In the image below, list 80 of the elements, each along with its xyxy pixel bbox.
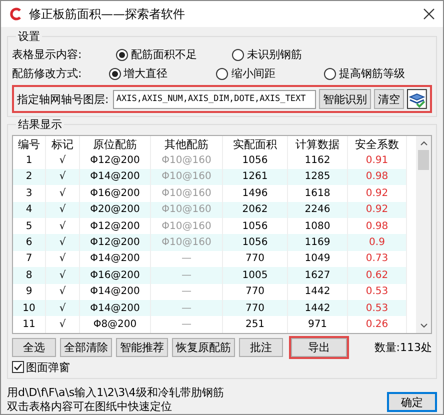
checkbox[interactable]: [12, 361, 24, 374]
table-cell: Φ10@160: [151, 168, 223, 186]
table-cell: 971: [288, 316, 348, 333]
column-header: 其他配筋: [151, 136, 223, 152]
column-header: 计算数据: [288, 136, 348, 152]
scrollbar[interactable]: [416, 136, 431, 333]
column-header: 安全系数: [348, 136, 407, 152]
action-button[interactable]: 恢复原配筋: [172, 338, 235, 357]
radio-option[interactable]: 配筋面积不足: [116, 47, 232, 62]
table-cell: 2: [13, 168, 46, 186]
column-header: 标记: [46, 136, 80, 152]
table-cell: 0.53: [348, 300, 407, 316]
popup-checkbox[interactable]: 图面弹窗: [12, 360, 70, 375]
table-cell: 0.62: [348, 267, 407, 284]
radio-option[interactable]: 增大直径: [108, 66, 216, 81]
table-cell: Φ20@200: [80, 202, 151, 218]
field-label: 配筋修改方式:: [12, 66, 83, 81]
table-cell: Φ16@200: [80, 267, 151, 284]
table-cell: 770: [223, 300, 288, 316]
field-label: 指定轴网轴号图层:: [17, 92, 110, 106]
check-mark: √: [46, 168, 80, 186]
column-header: 编号: [13, 136, 46, 152]
ok-button[interactable]: 确定: [387, 392, 437, 412]
check-mark: √: [46, 267, 80, 284]
table-cell: 251: [223, 316, 288, 333]
table-cell: —: [151, 300, 223, 316]
close-icon[interactable]: [423, 8, 435, 20]
action-button[interactable]: 清空: [374, 89, 404, 109]
table-cell: Φ12@200: [80, 234, 151, 251]
action-button[interactable]: 批注: [239, 338, 283, 357]
action-button[interactable]: 全部清除: [60, 338, 112, 357]
group-title: 设置: [16, 29, 42, 44]
app-logo-icon: [9, 7, 23, 21]
column-header: 实配面积: [223, 136, 288, 152]
radio-option[interactable]: 未识别钢筋: [232, 47, 348, 62]
table-cell: 0.9: [348, 234, 407, 251]
table-cell: 2062: [223, 202, 288, 218]
table-cell: —: [151, 316, 223, 333]
table-cell: 0.98: [348, 168, 407, 186]
check-mark: √: [46, 234, 80, 251]
radio-option[interactable]: 提高钢筋等级: [324, 66, 432, 81]
layers-icon[interactable]: [407, 89, 427, 109]
table-cell: 10: [13, 300, 46, 316]
table-cell: 11: [13, 316, 46, 333]
field-label: 表格显示内容:: [12, 47, 83, 62]
radio-option[interactable]: 缩小间距: [216, 66, 324, 81]
table-cell: 0.26: [348, 316, 407, 333]
action-button[interactable]: 智能识别: [319, 89, 372, 109]
table-cell: Φ10@160: [151, 202, 223, 218]
check-mark: √: [46, 202, 80, 218]
table-cell: Φ10@160: [151, 234, 223, 251]
count-label: 数量:113处: [374, 340, 432, 355]
column-header: 原位配筋: [80, 136, 151, 152]
table-cell: 6: [13, 234, 46, 251]
table-cell: 2246: [288, 202, 348, 218]
table-cell: 8: [13, 267, 46, 284]
table-cell: Φ14@200: [80, 300, 151, 316]
action-button[interactable]: 导出: [291, 338, 347, 357]
action-button[interactable]: 智能推荐: [116, 338, 168, 357]
hint-text: 双击表格内容可在图纸中快速定位: [7, 400, 173, 414]
layer-input[interactable]: AXIS,AXIS_NUM,AXIS_DIM,DOTE,AXIS_TEXT: [113, 90, 316, 108]
check-mark: √: [46, 316, 80, 333]
table-cell: 1056: [223, 234, 288, 251]
table-cell: 4: [13, 202, 46, 218]
table-cell: 1627: [288, 267, 348, 284]
table-cell: Φ8@200: [80, 316, 151, 333]
table-cell: 1285: [288, 168, 348, 186]
window-title: 修正板筋面积——探索者软件: [29, 6, 186, 22]
table-cell: 0.92: [348, 202, 407, 218]
hint-text: 用d\D\f\F\a\s输入1\2\3\4级和冷轧带肋钢筋: [7, 386, 224, 400]
table-cell: Φ14@200: [80, 168, 151, 186]
table-cell: 1005: [223, 267, 288, 284]
scroll-thumb[interactable]: [418, 150, 429, 170]
action-button[interactable]: 全选: [12, 338, 56, 357]
check-mark: √: [46, 300, 80, 316]
table-cell: —: [151, 267, 223, 284]
table-cell: 1442: [288, 300, 348, 316]
group-title: 结果显示: [16, 117, 64, 132]
table-cell: 1169: [288, 234, 348, 251]
table-cell: 1261: [223, 168, 288, 186]
